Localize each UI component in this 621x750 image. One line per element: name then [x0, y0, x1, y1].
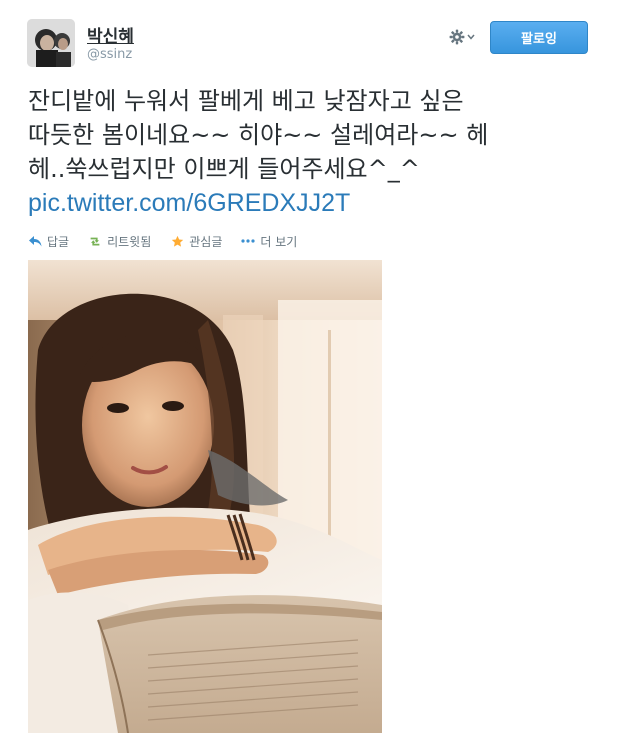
- photo-image: [28, 260, 382, 733]
- username: @ssinz: [87, 47, 133, 62]
- tweet-actions: 답글 리트윗됨 관심글 더 보기: [28, 232, 316, 250]
- tweet-photo[interactable]: [28, 260, 382, 733]
- reply-action[interactable]: 답글: [28, 233, 69, 250]
- user-actions-dropdown[interactable]: [449, 26, 483, 48]
- tweet-card: 박신혜 @ssinz 팔로잉 잔디밭에 누워서 팔베게 베고 낮잠자고 싶은 따…: [0, 0, 621, 750]
- tweet-text-line: 따듯한 봄이네요~~ 히야~~ 설레여라~~ 헤: [28, 121, 489, 149]
- more-label: 더 보기: [260, 234, 298, 249]
- retweet-action[interactable]: 리트윗됨: [88, 233, 151, 250]
- chevron-down-icon: [467, 34, 475, 40]
- avatar-image: [27, 19, 75, 67]
- display-name[interactable]: 박신혜: [87, 22, 134, 47]
- avatar[interactable]: [27, 19, 75, 67]
- reply-label: 답글: [47, 234, 70, 249]
- media-link[interactable]: pic.twitter.com/6GREDXJJ2T: [28, 189, 350, 217]
- more-action[interactable]: 더 보기: [241, 233, 297, 250]
- favorite-action[interactable]: 관심글: [170, 233, 222, 250]
- tweet-text: 잔디밭에 누워서 팔베게 베고 낮잠자고 싶은 따듯한 봄이네요~~ 히야~~ …: [28, 84, 598, 220]
- retweet-icon: [88, 234, 102, 248]
- more-icon: [241, 234, 255, 248]
- tweet-text-line: 헤..쑥쓰럽지만 이쁘게 들어주세요^_^: [28, 155, 420, 183]
- star-icon: [170, 234, 184, 248]
- favorite-label: 관심글: [189, 234, 223, 249]
- tweet-text-line: 잔디밭에 누워서 팔베게 베고 낮잠자고 싶은: [28, 87, 464, 115]
- reply-icon: [28, 234, 42, 248]
- following-button[interactable]: 팔로잉: [490, 21, 588, 54]
- gear-icon: [449, 29, 465, 45]
- retweet-label: 리트윗됨: [107, 234, 152, 249]
